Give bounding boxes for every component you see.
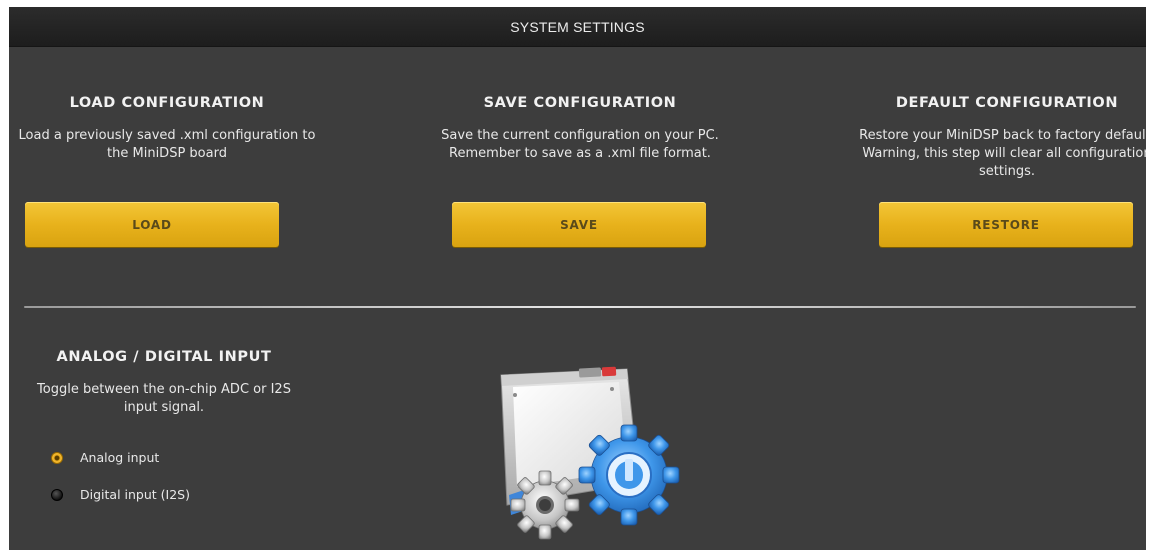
input-description: Toggle between the on-chip ADC or I2S in… <box>37 382 291 415</box>
load-description: Load a previously saved .xml configurati… <box>18 128 316 161</box>
digital-input-label: Digital input (I2S) <box>80 487 190 502</box>
default-configuration-section: DEFAULT CONFIGURATION Restore your MiniD… <box>857 95 1146 183</box>
settings-window-gears-icon <box>500 366 680 540</box>
restore-button[interactable]: RESTORE <box>879 202 1133 247</box>
default-description: Restore your MiniDSP back to factory def… <box>859 128 1146 179</box>
digital-input-option[interactable]: Digital input (I2S) <box>51 487 190 502</box>
analog-input-option[interactable]: Analog input <box>51 450 159 465</box>
analog-input-label: Analog input <box>80 450 160 465</box>
default-heading: DEFAULT CONFIGURATION <box>895 95 1119 111</box>
save-heading: SAVE CONFIGURATION <box>483 95 677 111</box>
load-button[interactable]: LOAD <box>25 202 279 247</box>
load-configuration-section: LOAD CONFIGURATION Load a previously sav… <box>17 95 317 183</box>
input-heading: ANALOG / DIGITAL INPUT <box>56 349 272 365</box>
section-divider <box>24 306 1136 308</box>
save-description: Save the current configuration on your P… <box>441 128 719 161</box>
window-title: SYSTEM SETTINGS <box>9 7 1146 47</box>
save-configuration-section: SAVE CONFIGURATION Save the current conf… <box>430 95 730 183</box>
analog-digital-input-section: ANALOG / DIGITAL INPUT Toggle between th… <box>29 349 299 417</box>
analog-input-radio[interactable] <box>51 451 63 464</box>
save-button[interactable]: SAVE <box>452 202 706 247</box>
system-settings-panel: SYSTEM SETTINGS LOAD CONFIGURATION Load … <box>9 7 1146 550</box>
load-heading: LOAD CONFIGURATION <box>69 95 265 111</box>
digital-input-radio[interactable] <box>51 488 63 501</box>
